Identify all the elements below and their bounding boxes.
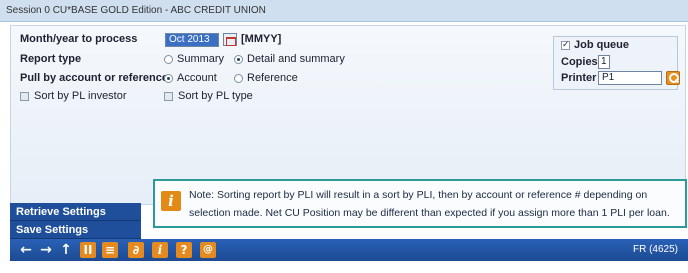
copies-input[interactable]: 1 — [598, 55, 610, 69]
note-line-2: selection made. Net CU Position may be d… — [189, 207, 670, 219]
job-queue-label: Job queue — [574, 39, 630, 51]
pull-reference-label: Reference — [247, 72, 298, 84]
copies-label: Copies — [561, 56, 598, 68]
title-bar: Session 0 CU*BASE GOLD Edition - ABC CRE… — [0, 0, 688, 22]
link-icon[interactable]: ∂ — [128, 242, 144, 258]
help-icon[interactable]: ? — [176, 242, 192, 258]
at-icon[interactable]: @ — [200, 242, 216, 258]
report-type-label: Report type — [20, 53, 82, 65]
note-box: i Note: Sorting report by PLI will resul… — [153, 179, 687, 228]
window-title: Session 0 CU*BASE GOLD Edition - ABC CRE… — [6, 5, 266, 16]
info-button-icon[interactable]: i — [152, 242, 168, 258]
print-icon[interactable]: ≡ — [102, 242, 118, 258]
month-year-input[interactable]: Oct 2013 — [165, 33, 219, 47]
bottom-strip — [0, 262, 688, 273]
screen-code: FR (4625) — [632, 244, 678, 255]
note-line-1: Note: Sorting report by PLI will result … — [189, 189, 648, 201]
printer-label: Printer — [561, 72, 597, 84]
report-type-summary-radio[interactable] — [164, 55, 173, 64]
printer-input[interactable]: P1 — [598, 71, 662, 85]
pause-icon[interactable]: II — [80, 242, 96, 258]
back-arrow-icon[interactable]: ← — [18, 242, 34, 258]
sort-pl-investor-label: Sort by PL investor — [34, 90, 127, 102]
pull-by-label: Pull by account or reference — [20, 72, 168, 84]
report-type-detail-radio[interactable] — [234, 55, 243, 64]
pull-reference-radio[interactable] — [234, 74, 243, 83]
date-format-hint: [MMYY] — [241, 33, 282, 45]
info-icon: i — [161, 191, 181, 211]
up-arrow-icon[interactable]: ↑ — [58, 242, 74, 258]
month-year-label: Month/year to process — [20, 33, 138, 45]
note-text: Note: Sorting report by PLI will result … — [189, 186, 679, 222]
job-queue-checkbox[interactable] — [561, 39, 570, 50]
retrieve-settings-button[interactable]: Retrieve Settings — [10, 203, 141, 221]
pull-account-label: Account — [177, 72, 217, 84]
bottom-toolbar: ← → ↑ II ≡ ∂ i ? @ FR (4625) — [10, 239, 688, 261]
report-type-detail-label: Detail and summary — [247, 53, 345, 65]
forward-arrow-icon[interactable]: → — [38, 242, 54, 258]
sort-pl-investor-checkbox[interactable] — [20, 92, 29, 101]
search-icon[interactable] — [666, 71, 680, 85]
report-type-summary-label: Summary — [177, 53, 225, 65]
sort-pl-type-checkbox[interactable] — [164, 92, 173, 101]
pull-account-radio[interactable] — [164, 74, 173, 83]
save-settings-button[interactable]: Save Settings — [10, 221, 141, 239]
sort-pl-type-label: Sort by PL type — [178, 90, 253, 102]
calendar-icon[interactable] — [223, 33, 237, 46]
